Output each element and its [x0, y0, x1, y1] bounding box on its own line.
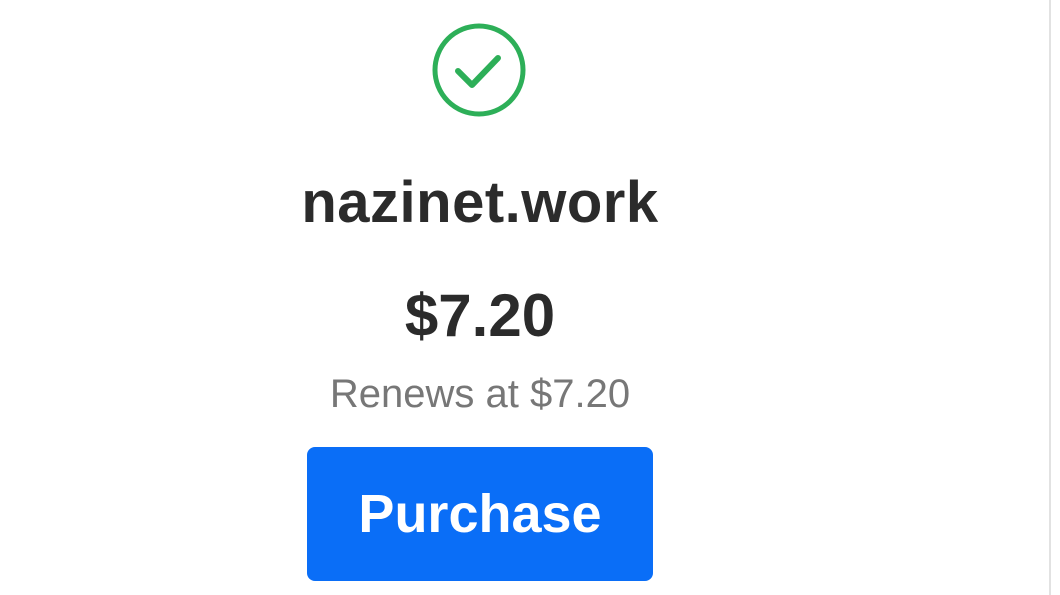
renewal-price: Renews at $7.20 [329, 372, 631, 416]
check-circle-icon [432, 23, 526, 117]
domain-result-card: nazinet.work $7.20 Renews at $7.20 Purch… [0, 0, 960, 595]
domain-name: nazinet.work [301, 170, 659, 235]
purchase-button[interactable]: Purchase [307, 447, 653, 581]
scrollbar-edge [1049, 0, 1051, 595]
price: $7.20 [404, 282, 556, 349]
page: nazinet.work $7.20 Renews at $7.20 Purch… [0, 0, 1060, 595]
